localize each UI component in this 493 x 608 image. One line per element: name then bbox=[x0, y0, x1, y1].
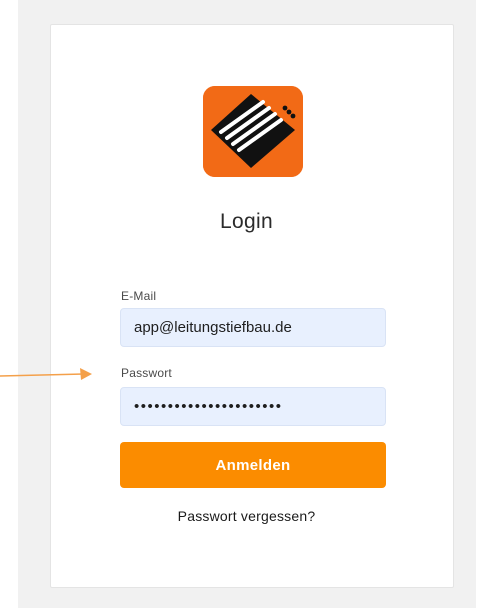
password-field[interactable] bbox=[120, 387, 386, 426]
password-label: Passwort bbox=[121, 366, 172, 380]
company-logo bbox=[203, 86, 303, 177]
login-button[interactable]: Anmelden bbox=[120, 442, 386, 488]
arrow-icon bbox=[0, 368, 92, 380]
email-label: E-Mail bbox=[121, 289, 157, 303]
page-title: Login bbox=[220, 210, 273, 233]
forgot-password-link[interactable]: Passwort vergessen? bbox=[0, 508, 493, 524]
email-field[interactable] bbox=[120, 308, 386, 347]
logo-icon bbox=[203, 86, 303, 177]
